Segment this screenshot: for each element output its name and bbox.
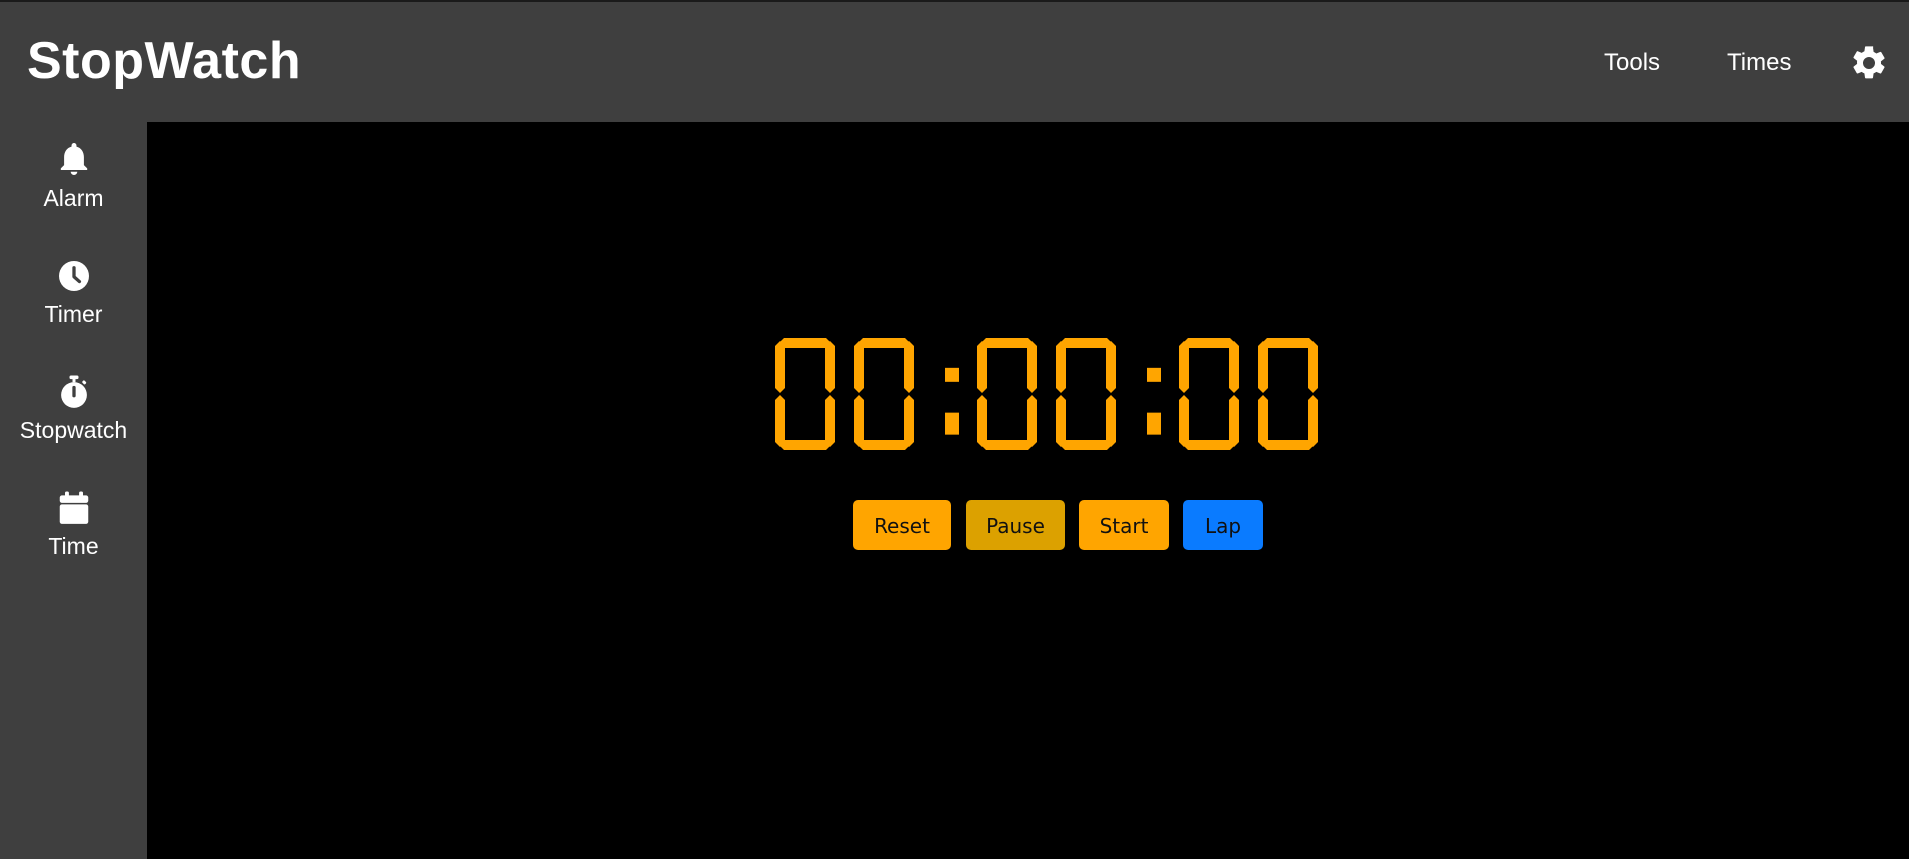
sidebar-item-time[interactable]: Time bbox=[0, 490, 147, 560]
app-header: StopWatch Tools Times bbox=[0, 2, 1909, 122]
sidebar: Alarm Timer Stopwatch Time bbox=[0, 122, 147, 859]
segment-c bbox=[825, 395, 835, 447]
sidebar-item-label: Stopwatch bbox=[19, 417, 128, 443]
segment-c bbox=[1027, 395, 1037, 447]
segment-d bbox=[858, 440, 910, 450]
segment-a bbox=[858, 338, 910, 348]
segment-c bbox=[904, 395, 914, 447]
segment-d bbox=[1183, 440, 1235, 450]
app-title: StopWatch bbox=[27, 32, 302, 90]
calendar-icon bbox=[59, 491, 88, 524]
segment-b bbox=[1308, 341, 1318, 393]
gear-icon[interactable] bbox=[1849, 43, 1889, 83]
stopwatch-display bbox=[775, 338, 1318, 450]
segment-d bbox=[1262, 440, 1314, 450]
display-digit-5 bbox=[1258, 338, 1318, 450]
segment-f bbox=[854, 341, 864, 393]
segment-a bbox=[981, 338, 1033, 348]
display-digit-4 bbox=[1179, 338, 1239, 450]
segment-b bbox=[1229, 341, 1239, 393]
stopwatch-icon bbox=[60, 375, 87, 408]
segment-f bbox=[775, 341, 785, 393]
display-colon-dot bbox=[945, 412, 959, 435]
sidebar-item-alarm[interactable]: Alarm bbox=[0, 142, 147, 212]
bell-icon bbox=[60, 142, 87, 175]
segment-f bbox=[1258, 341, 1268, 393]
display-digit-1 bbox=[854, 338, 914, 450]
lap-button[interactable]: Lap bbox=[1183, 500, 1263, 550]
segment-c bbox=[1106, 395, 1116, 447]
segment-f bbox=[977, 341, 987, 393]
segment-f bbox=[1056, 341, 1066, 393]
segment-a bbox=[1183, 338, 1235, 348]
segment-a bbox=[1262, 338, 1314, 348]
display-digit-2 bbox=[977, 338, 1037, 450]
segment-b bbox=[904, 341, 914, 393]
segment-e bbox=[977, 395, 987, 447]
segment-a bbox=[779, 338, 831, 348]
segment-e bbox=[1056, 395, 1066, 447]
segment-d bbox=[981, 440, 1033, 450]
segment-a bbox=[1060, 338, 1112, 348]
start-button[interactable]: Start bbox=[1079, 500, 1169, 550]
display-digit-0 bbox=[775, 338, 835, 450]
sidebar-item-label: Time bbox=[48, 533, 99, 559]
reset-button[interactable]: Reset bbox=[853, 500, 951, 550]
display-colon-dot bbox=[1147, 412, 1161, 435]
segment-b bbox=[1027, 341, 1037, 393]
sidebar-item-label: Alarm bbox=[43, 185, 104, 211]
nav-tools-link[interactable]: Tools bbox=[1604, 48, 1660, 78]
segment-e bbox=[1179, 395, 1189, 447]
stopwatch-panel bbox=[147, 122, 1909, 859]
display-colon-dot bbox=[945, 367, 959, 382]
segment-b bbox=[825, 341, 835, 393]
segment-b bbox=[1106, 341, 1116, 393]
segment-d bbox=[1060, 440, 1112, 450]
pause-button[interactable]: Pause bbox=[966, 500, 1065, 550]
nav-times-link[interactable]: Times bbox=[1727, 48, 1791, 78]
segment-c bbox=[1229, 395, 1239, 447]
display-digit-3 bbox=[1056, 338, 1116, 450]
display-colon-dot bbox=[1147, 367, 1161, 382]
clock-icon bbox=[58, 261, 89, 291]
sidebar-item-stopwatch[interactable]: Stopwatch bbox=[0, 374, 147, 444]
sidebar-item-timer[interactable]: Timer bbox=[0, 258, 147, 328]
segment-e bbox=[1258, 395, 1268, 447]
sidebar-item-label: Timer bbox=[44, 301, 103, 327]
segment-e bbox=[854, 395, 864, 447]
segment-f bbox=[1179, 341, 1189, 393]
segment-e bbox=[775, 395, 785, 447]
segment-c bbox=[1308, 395, 1318, 447]
segment-d bbox=[779, 440, 831, 450]
